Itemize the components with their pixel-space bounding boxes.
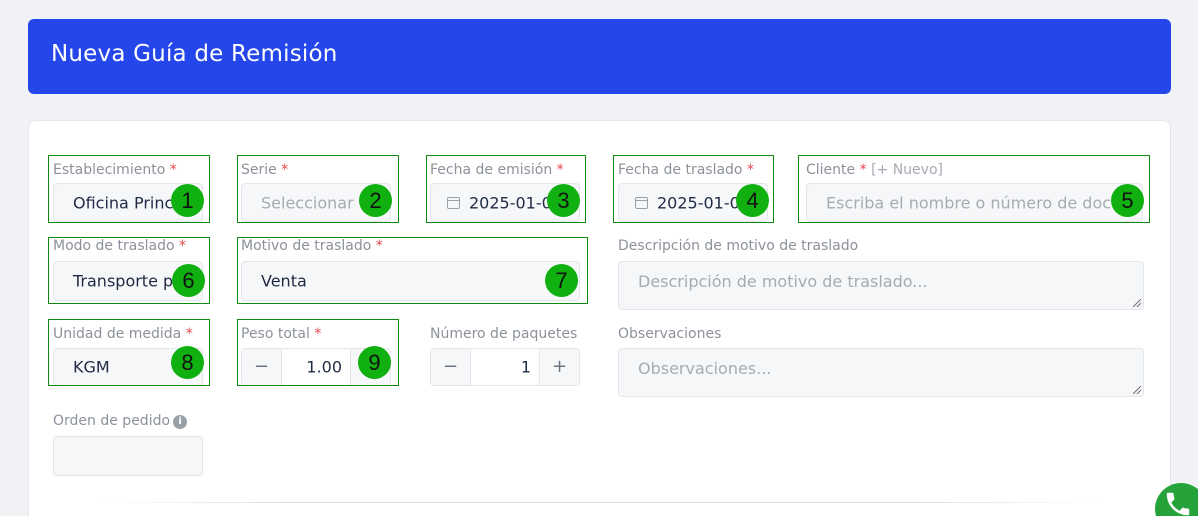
annotation-badge-6: 6 (172, 264, 205, 297)
annotation-badge-8: 8 (171, 346, 204, 379)
section-divider (100, 502, 1100, 503)
annotation-badge-4: 4 (736, 184, 769, 217)
info-icon[interactable]: i (173, 415, 188, 429)
observaciones-label: Observaciones (618, 326, 722, 342)
whatsapp-icon (1166, 492, 1190, 516)
page-title: Nueva Guía de Remisión (51, 41, 338, 67)
highlight-box-5 (798, 155, 1150, 223)
increment-button[interactable]: + (539, 349, 579, 385)
annotation-badge-3: 3 (547, 184, 580, 217)
numero-paquetes-label: Número de paquetes (430, 326, 578, 342)
numero-paquetes-value[interactable]: 1 (521, 358, 531, 377)
resize-grip-icon[interactable] (1133, 386, 1141, 394)
annotation-badge-1: 1 (171, 184, 204, 217)
descripcion-motivo-label: Descripción de motivo de traslado (618, 238, 859, 254)
numero-paquetes-stepper[interactable]: − 1 + (430, 348, 580, 386)
annotation-badge-9: 9 (358, 346, 391, 379)
decrement-button[interactable]: − (431, 349, 471, 385)
annotation-badge-7: 7 (545, 264, 578, 297)
page-header: Nueva Guía de Remisión (28, 19, 1171, 94)
annotation-badge-2: 2 (359, 184, 392, 217)
annotation-badge-5: 5 (1111, 184, 1144, 217)
resize-grip-icon[interactable] (1133, 299, 1141, 307)
descripcion-motivo-textarea[interactable]: Descripción de motivo de traslado... (618, 261, 1144, 310)
orden-pedido-label: Orden de pedido i (53, 413, 188, 429)
orden-pedido-input[interactable] (53, 436, 203, 476)
observaciones-textarea[interactable]: Observaciones... (618, 348, 1144, 397)
highlight-box-7 (237, 237, 588, 304)
